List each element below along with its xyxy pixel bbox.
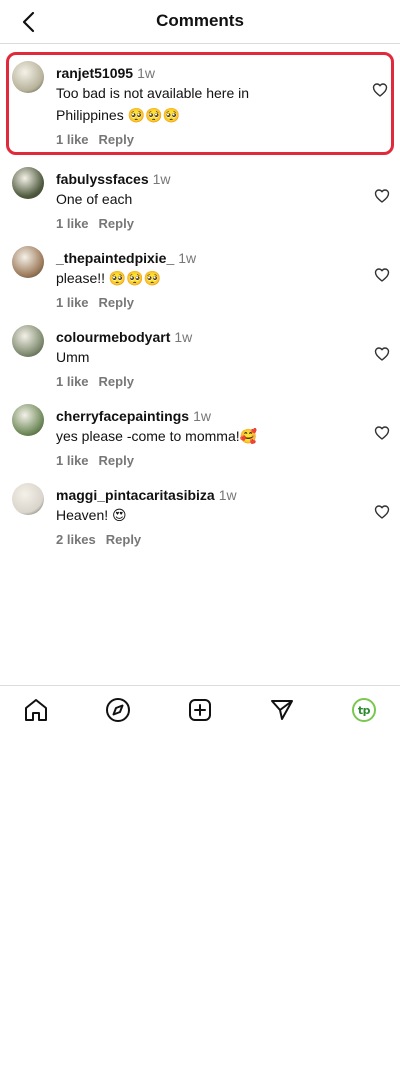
avatar[interactable] (12, 246, 44, 278)
explore-button[interactable] (104, 696, 132, 724)
comment-text: One of each (56, 191, 133, 207)
comment-text: please!! 🥺🥺🥺 (56, 270, 162, 286)
profile-icon: tp (352, 698, 376, 722)
heart-icon[interactable] (372, 82, 388, 98)
comment-item[interactable]: _thepaintedpixie_ 1w please!! 🥺🥺🥺 1 like Rep… (0, 237, 400, 316)
create-button[interactable] (186, 696, 214, 724)
comment-actions: 1 like Reply (56, 295, 364, 311)
comment-item[interactable]: fabulyssfaces 1w One of each 1 like Reply (0, 158, 400, 237)
comment-body: _thepaintedpixie_ 1w please!! 🥺🥺🥺 1 like Rep… (56, 249, 364, 311)
comment-username[interactable]: _thepaintedpixie_ (56, 250, 174, 266)
comments-list: ranjet51095 1w Too bad is not available he… (0, 52, 400, 553)
like-count[interactable]: 1 like (56, 132, 89, 147)
home-icon (25, 699, 47, 721)
comment-username[interactable]: maggi_pintacaritasibiza (56, 487, 215, 503)
comment-item-highlighted[interactable]: ranjet51095 1w Too bad is not available he… (6, 52, 394, 155)
reply-button[interactable]: Reply (99, 453, 134, 468)
heart-icon[interactable] (374, 267, 390, 283)
comment-text: Umm (56, 349, 90, 365)
comment-body: cherryfacepaintings 1w yes please -come to… (56, 407, 364, 469)
comment-time: 1w (193, 408, 211, 424)
comment-body: ranjet51095 1w Too bad is not available he… (56, 64, 365, 148)
comment-text: Philippines 🥺🥺🥺 (56, 107, 180, 123)
comment-actions: 1 like Reply (56, 453, 364, 469)
comment-text: Too bad is not available here in (56, 85, 250, 101)
comment-actions: 1 like Reply (56, 132, 365, 148)
comment-username[interactable]: colourmebodyart (56, 329, 170, 345)
like-count[interactable]: 1 like (56, 216, 89, 231)
comment-header: ranjet51095 1w (56, 64, 365, 82)
comment-header: cherryfacepaintings 1w (56, 407, 364, 425)
reply-button[interactable]: Reply (99, 295, 134, 310)
reply-button[interactable]: Reply (99, 132, 134, 147)
comment-item[interactable]: cherryfacepaintings 1w yes please -come to… (0, 395, 400, 474)
like-count[interactable]: 1 like (56, 374, 89, 389)
direct-icon (271, 700, 293, 720)
comment-header: fabulyssfaces 1w (56, 170, 364, 188)
comment-actions: 1 like Reply (56, 374, 364, 390)
reply-button[interactable]: Reply (99, 216, 134, 231)
explore-icon (106, 698, 130, 722)
comment-body: colourmebodyart 1w Umm 1 like Reply (56, 328, 364, 390)
comment-time: 1w (174, 329, 193, 345)
page-title: Comments (156, 11, 244, 30)
heart-icon[interactable] (374, 504, 390, 520)
comment-time: 1w (218, 487, 237, 503)
comment-username[interactable]: cherryfacepaintings (56, 408, 189, 424)
avatar[interactable] (12, 61, 44, 93)
comment-item[interactable]: maggi_pintacaritasibiza 1w Heaven! 😍 2 like… (0, 474, 400, 553)
home-button[interactable] (22, 696, 50, 724)
comment-username[interactable]: ranjet51095 (56, 65, 133, 81)
comment-text: Heaven! 😍 (56, 507, 127, 523)
comment-text: yes please -come to momma!🥰 (56, 428, 258, 444)
comment-actions: 1 like Reply (56, 216, 364, 232)
direct-button[interactable] (268, 696, 296, 724)
avatar[interactable] (12, 167, 44, 199)
comment-time: 1w (137, 65, 155, 81)
profile-button[interactable]: tp (350, 696, 378, 724)
heart-icon[interactable] (374, 188, 390, 204)
avatar[interactable] (12, 483, 44, 515)
heart-icon[interactable] (374, 425, 390, 441)
like-count[interactable]: 1 like (56, 295, 89, 310)
comment-header: colourmebodyart 1w (56, 328, 364, 346)
like-count[interactable]: 1 like (56, 453, 89, 468)
avatar[interactable] (12, 325, 44, 357)
reply-button[interactable]: Reply (99, 374, 134, 389)
like-count[interactable]: 2 likes (56, 532, 96, 547)
bottom-nav: tp (0, 685, 400, 731)
comment-username[interactable]: fabulyssfaces (56, 171, 149, 187)
comment-item[interactable]: colourmebodyart 1w Umm 1 like Reply (0, 316, 400, 395)
comment-header: maggi_pintacaritasibiza 1w (56, 486, 364, 504)
comment-body: fabulyssfaces 1w One of each 1 like Reply (56, 170, 364, 232)
comment-time: 1w (178, 250, 197, 266)
heart-icon[interactable] (374, 346, 390, 362)
comment-header: _thepaintedpixie_ 1w (56, 249, 364, 267)
header: Comments (0, 0, 400, 44)
comment-actions: 2 likes Reply (56, 532, 364, 548)
reply-button[interactable]: Reply (106, 532, 141, 547)
create-icon (189, 699, 211, 721)
comment-body: maggi_pintacaritasibiza 1w Heaven! 😍 2 like… (56, 486, 364, 548)
comment-time: 1w (152, 171, 171, 187)
avatar[interactable] (12, 404, 44, 436)
